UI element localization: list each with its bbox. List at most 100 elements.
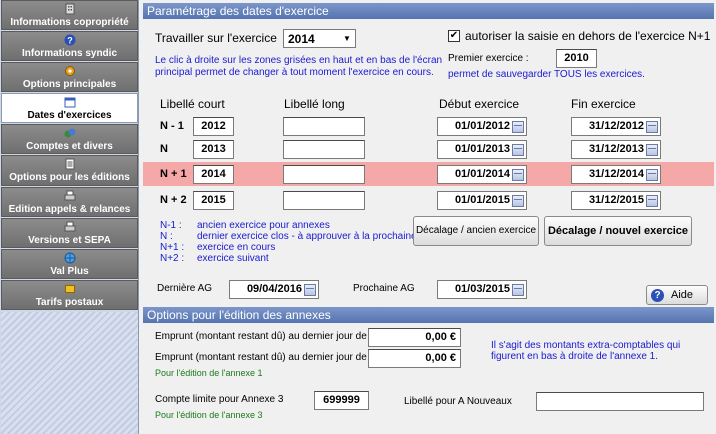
date-value: 31/12/2013: [588, 143, 644, 155]
sidebar-item-comptes-divers[interactable]: Comptes et divers: [1, 124, 138, 154]
loan-n1-label: Emprunt (montant restant dû) au dernier …: [155, 331, 386, 342]
date-value: 01/01/2015: [454, 194, 510, 206]
chevron-down-icon[interactable]: ▼: [340, 31, 354, 46]
start-date-input[interactable]: 01/01/2013: [437, 140, 527, 159]
help-button-label: Aide: [671, 289, 694, 301]
shift-new-exercise-button[interactable]: Décalage / nouvel exercice: [544, 216, 692, 246]
last-ag-date-input[interactable]: 09/04/2016: [229, 280, 319, 299]
calendar-icon[interactable]: [304, 284, 316, 296]
sidebar-item-label: Val Plus: [50, 266, 89, 277]
calendar-icon[interactable]: [512, 284, 524, 296]
loan-n1-input[interactable]: 0,00 €: [368, 328, 461, 347]
date-value: 31/12/2012: [588, 120, 644, 132]
calendar-icon[interactable]: [646, 144, 658, 156]
row-key: N: [160, 143, 168, 155]
shift-old-exercise-button[interactable]: Décalage / ancien exercice: [413, 216, 539, 246]
info-text-line2: principal permet de changer à tout momen…: [155, 67, 434, 78]
globe-icon: [64, 252, 76, 264]
exercise-select[interactable]: 2014 ▼: [283, 29, 356, 48]
info-icon: ?: [64, 34, 76, 46]
last-ag-label: Dernière AG: [157, 283, 213, 294]
legend-text: ancien exercice pour annexes: [197, 220, 330, 231]
start-date-input[interactable]: 01/01/2015: [437, 191, 527, 210]
column-header-short: Libellé court: [160, 97, 225, 111]
svg-text:?: ?: [67, 36, 73, 46]
sidebar-item-label: Informations copropriété: [10, 17, 129, 28]
sidebar-item-label: Comptes et divers: [26, 141, 113, 152]
calendar-icon[interactable]: [646, 169, 658, 181]
calendar-icon[interactable]: [646, 195, 658, 207]
gear-icon: [64, 65, 76, 77]
allow-checkbox[interactable]: ✔: [448, 30, 460, 42]
legend-text: exercice en cours: [197, 242, 276, 253]
loan-n-label: Emprunt (montant restant dû) au dernier …: [155, 352, 377, 363]
accounts-icon: [64, 127, 76, 139]
legend-key: N+1 :: [160, 242, 185, 253]
calendar-icon[interactable]: [512, 169, 524, 181]
legend-text: exercice suivant: [197, 253, 269, 264]
row-key: N + 1: [160, 168, 187, 180]
sidebar-item-informations-copropriete[interactable]: Informations copropriété: [1, 0, 138, 30]
save-note: permet de sauvegarder TOUS les exercices…: [448, 69, 645, 80]
sidebar-item-options-principales[interactable]: Options principales: [1, 62, 138, 92]
calendar-icon[interactable]: [512, 144, 524, 156]
date-value: 01/01/2012: [454, 120, 510, 132]
column-header-start: Début exercice: [439, 97, 520, 111]
help-icon: ?: [651, 289, 664, 302]
extra-note-line1: Il s'agit des montants extra-comptables …: [491, 340, 681, 351]
sidebar-item-options-editions[interactable]: Options pour les éditions: [1, 155, 138, 186]
long-label-input[interactable]: [283, 140, 365, 159]
a-nouveaux-label: Libellé pour A Nouveaux: [404, 396, 512, 407]
sidebar-background: [1, 312, 138, 434]
calendar-icon[interactable]: [646, 121, 658, 133]
sidebar-item-informations-syndic[interactable]: ? Informations syndic: [1, 31, 138, 61]
building-icon: [64, 3, 76, 15]
start-date-input[interactable]: 01/01/2014: [437, 165, 527, 184]
sidebar-item-tarifs-postaux[interactable]: Tarifs postaux: [1, 280, 138, 310]
long-label-input[interactable]: [283, 191, 365, 210]
short-label-input[interactable]: 2012: [193, 117, 234, 136]
help-button[interactable]: ? Aide: [646, 285, 708, 305]
end-date-input[interactable]: 31/12/2014: [571, 165, 661, 184]
main-panel: Paramétrage des dates d'exercice Travail…: [141, 0, 716, 434]
long-label-input[interactable]: [283, 165, 365, 184]
sidebar-item-edition-appels[interactable]: Edition appels & relances: [1, 187, 138, 217]
sidebar-item-label: Tarifs postaux: [35, 297, 104, 308]
end-date-input[interactable]: 31/12/2013: [571, 140, 661, 159]
column-header-end: Fin exercice: [571, 97, 636, 111]
column-header-long: Libellé long: [284, 97, 345, 111]
start-date-input[interactable]: 01/01/2012: [437, 117, 527, 136]
end-date-input[interactable]: 31/12/2012: [571, 117, 661, 136]
limit-account-label: Compte limite pour Annexe 3: [155, 394, 284, 405]
calendar-icon[interactable]: [512, 195, 524, 207]
calendar-icon[interactable]: [512, 121, 524, 133]
work-on-label: Travailler sur l'exercice: [155, 31, 277, 45]
document-icon: [64, 158, 76, 170]
row-key: N + 2: [160, 194, 187, 206]
short-label-input[interactable]: 2014: [193, 165, 234, 184]
first-exercise-input[interactable]: 2010: [556, 49, 597, 68]
legend-key: N :: [160, 231, 173, 242]
end-date-input[interactable]: 31/12/2015: [571, 191, 661, 210]
legend-key: N-1 :: [160, 220, 182, 231]
printer-icon: [64, 221, 76, 233]
short-label-input[interactable]: 2013: [193, 140, 234, 159]
date-value: 31/12/2014: [588, 168, 644, 180]
short-label-input[interactable]: 2015: [193, 191, 234, 210]
calendar-icon: [64, 96, 76, 108]
sidebar-item-val-plus[interactable]: Val Plus: [1, 249, 138, 279]
limit-account-input[interactable]: 699999: [314, 391, 369, 410]
loan-n-input[interactable]: 0,00 €: [368, 349, 461, 368]
next-ag-date-input[interactable]: 01/03/2015: [437, 280, 527, 299]
stamp-icon: [64, 283, 76, 295]
date-value: 09/04/2016: [246, 283, 302, 295]
date-value: 01/01/2013: [454, 143, 510, 155]
sidebar-item-dates-exercices[interactable]: Dates d'exercices: [1, 93, 138, 123]
date-value: 31/12/2015: [588, 194, 644, 206]
sidebar-item-versions-sepa[interactable]: Versions et SEPA: [1, 218, 138, 248]
first-exercise-label: Premier exercice :: [448, 53, 529, 64]
info-text-line1: Le clic à droite sur les zones grisées e…: [155, 55, 443, 66]
long-label-input[interactable]: [283, 117, 365, 136]
a-nouveaux-input[interactable]: [536, 392, 704, 411]
printer-icon: [64, 190, 76, 202]
